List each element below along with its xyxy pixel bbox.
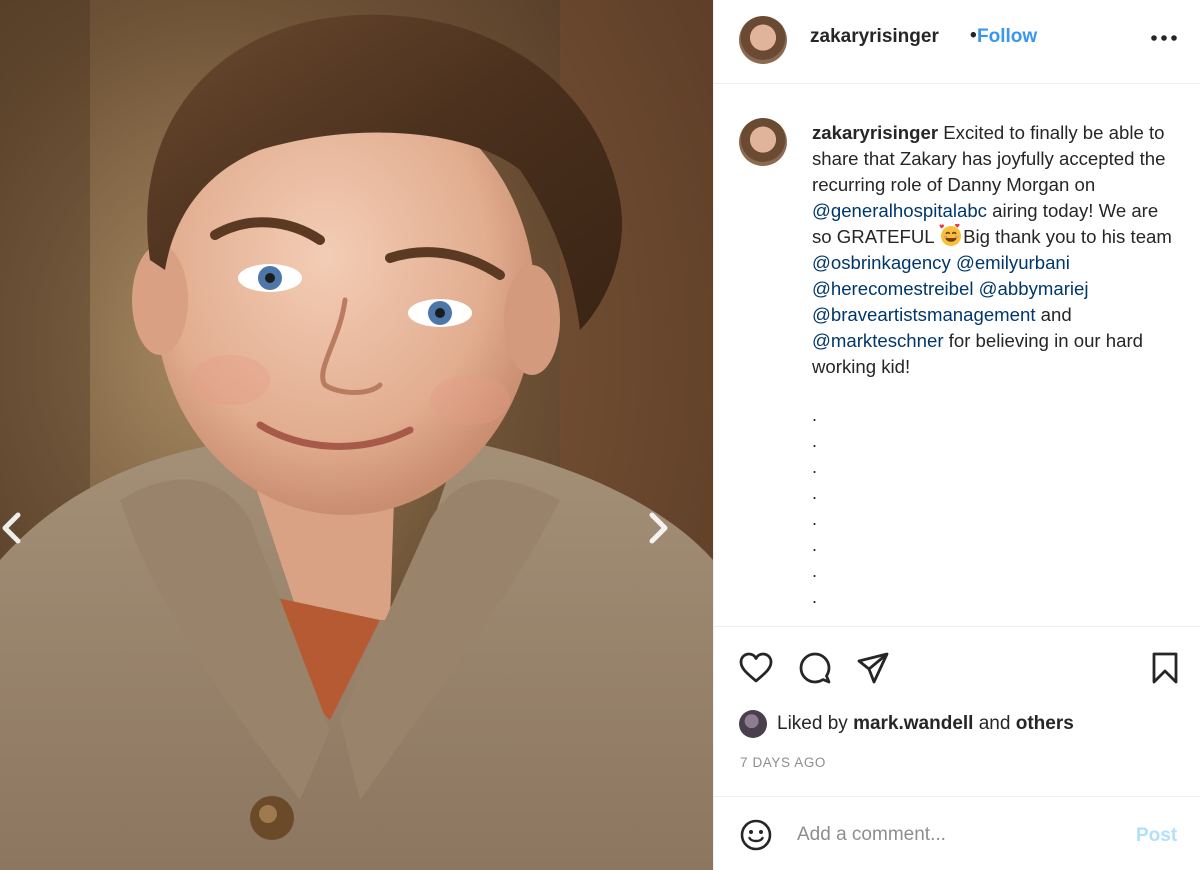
caption-dot: .	[812, 535, 818, 555]
comment-button[interactable]	[795, 648, 835, 688]
likes-others-link[interactable]: others	[1016, 713, 1074, 735]
mention-link[interactable]: @abbymariej	[979, 278, 1089, 299]
author-avatar[interactable]	[739, 16, 787, 64]
save-button[interactable]	[1145, 648, 1185, 688]
post-actions	[714, 628, 1200, 708]
chevron-left-icon	[2, 512, 21, 544]
paper-plane-icon	[857, 652, 889, 684]
share-button[interactable]	[853, 648, 893, 688]
caption-dot: .	[812, 561, 818, 581]
mention-link[interactable]: @generalhospitalabc	[812, 200, 987, 221]
post-timestamp[interactable]: 7 DAYS AGO	[740, 755, 826, 770]
comment-input[interactable]	[797, 819, 1117, 851]
mention-link[interactable]: @herecomestreibel	[812, 278, 974, 299]
likes-middle: and	[978, 713, 1011, 734]
chevron-right-icon	[649, 512, 668, 544]
separator-dot: •	[970, 25, 977, 46]
more-options-button[interactable]	[1146, 22, 1182, 54]
caption-text: zakaryrisinger Excited to finally be abl…	[812, 120, 1182, 380]
post-photo	[0, 0, 713, 870]
caption-dot: .	[812, 405, 818, 425]
previous-photo-button[interactable]	[0, 512, 40, 552]
post-sidebar: zakaryrisinger • Follow zakaryrisinger E…	[713, 0, 1200, 870]
mention-link[interactable]: @braveartistsmanagement	[812, 304, 1036, 325]
caption-username[interactable]: zakaryrisinger	[812, 122, 938, 143]
post-comment-button[interactable]: Post	[1136, 825, 1177, 847]
mention-link[interactable]: @osbrinkagency	[812, 252, 951, 273]
emoji-picker-button[interactable]	[738, 817, 774, 853]
liker-username[interactable]: mark.wandell	[853, 713, 973, 735]
liker-avatar[interactable]	[739, 710, 767, 738]
mention-link[interactable]: @markteschner	[812, 330, 944, 351]
like-button[interactable]	[736, 648, 776, 688]
caption-dot: .	[812, 457, 818, 477]
more-horizontal-icon	[1151, 35, 1177, 41]
caption-section: zakaryrisinger Excited to finally be abl…	[714, 84, 1200, 627]
comment-bubble-icon	[799, 652, 831, 684]
caption-text-part: Big thank you to his team	[963, 226, 1172, 247]
caption-dot: .	[812, 587, 818, 607]
post-header: zakaryrisinger • Follow	[714, 0, 1200, 84]
follow-button[interactable]: Follow	[977, 26, 1037, 48]
caption-text-part: and	[1035, 304, 1072, 325]
author-username[interactable]: zakaryrisinger	[810, 26, 939, 48]
heart-icon	[739, 652, 773, 683]
caption-dot: .	[812, 483, 818, 503]
comment-bar: Post	[714, 796, 1200, 870]
likes-summary: Liked by mark.wandell and others	[739, 708, 1074, 740]
likes-prefix: Liked by	[777, 713, 848, 734]
caption-dot: .	[812, 431, 818, 451]
smiley-icon	[740, 819, 772, 851]
next-photo-button[interactable]	[648, 512, 688, 552]
smiling-face-with-hearts-icon	[939, 224, 962, 246]
mention-link[interactable]: @emilyurbani	[956, 252, 1070, 273]
caption-dot: .	[812, 509, 818, 529]
caption-author-avatar[interactable]	[739, 118, 787, 166]
caption-dots: . . . . . . . .	[812, 402, 817, 610]
portrait-illustration	[0, 0, 713, 870]
bookmark-icon	[1152, 652, 1178, 684]
